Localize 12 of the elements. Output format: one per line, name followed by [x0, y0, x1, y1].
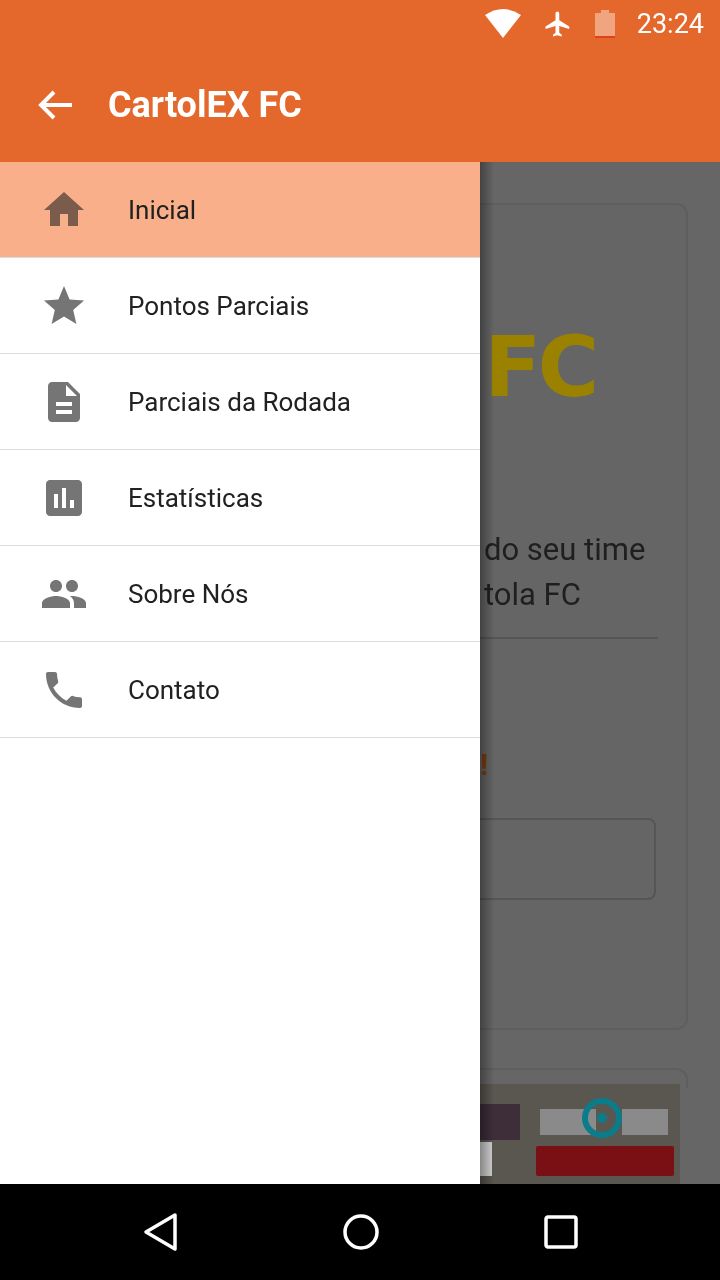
back-arrow-icon: [38, 89, 74, 121]
app-title: CartolEX FC: [108, 84, 302, 126]
home-icon: [342, 1213, 380, 1251]
recent-apps-icon: [544, 1215, 578, 1249]
description-text: do seu time tola FC: [483, 530, 646, 615]
back-icon: [142, 1212, 178, 1252]
notice-text: !: [480, 747, 489, 782]
menu-item[interactable]: Inicial: [0, 162, 480, 258]
wifi-icon: [484, 9, 521, 39]
logo-text: FC: [483, 325, 596, 409]
clock: 23:24: [636, 8, 704, 40]
battery-icon: [594, 10, 615, 38]
